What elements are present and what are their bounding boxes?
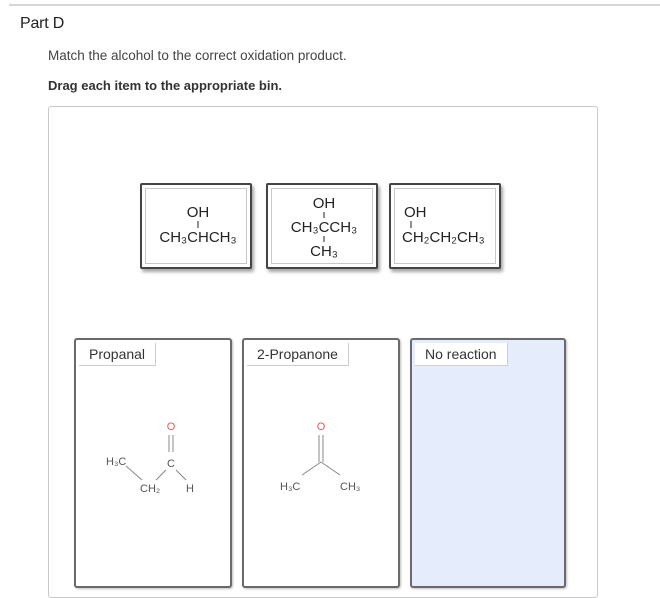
formula-main: CH₃CHCH₃ [159, 229, 236, 246]
oh-label: OH [313, 195, 336, 212]
bin-2-propanone[interactable]: 2-Propanone O H₃C CH₃ [242, 338, 400, 588]
bin-label: No reaction [415, 343, 508, 366]
bond-line [175, 469, 187, 481]
bin-propanal[interactable]: Propanal O C H₃C CH₂ H [74, 338, 232, 588]
bond-line [125, 465, 143, 481]
formula-main: CH₂CH₂CH₃ [402, 229, 485, 246]
oh-label: OH [404, 204, 427, 221]
methyl-group: H₃C [106, 456, 126, 468]
propanone-structure: O H₃C CH₃ [280, 421, 360, 493]
carbon-atom: C [167, 458, 175, 470]
methyl-group-right: CH₃ [340, 481, 360, 493]
structure-tert-butanol: OH CH₃CCH₃ CH₃ [291, 195, 357, 260]
methylene-group: CH₂ [140, 483, 160, 495]
structure-2-propanol: OH CH₃CHCH₃ [159, 204, 236, 246]
draggable-item-1-propanol[interactable]: OH CH₂CH₂CH₃ [389, 183, 501, 269]
top-divider [9, 4, 660, 6]
bond-line [155, 469, 167, 481]
structure-1-propanol: OH CH₂CH₂CH₃ [402, 204, 485, 246]
propanal-structure: O C H₃C CH₂ H [106, 421, 194, 495]
drag-instruction: Drag each item to the appropriate bin. [48, 78, 283, 93]
question-instruction: Match the alcohol to the correct oxidati… [48, 48, 347, 63]
formula-sub: CH₃ [310, 243, 338, 260]
formula-main: CH₃CCH₃ [291, 219, 357, 236]
draggable-item-tert-butanol[interactable]: OH CH₃CCH₃ CH₃ [266, 183, 378, 269]
part-title: Part D [20, 15, 65, 32]
bond-line [320, 461, 341, 476]
oxygen-atom: O [167, 421, 176, 433]
draggable-item-2-propanol[interactable]: OH CH₃CHCH₃ [140, 183, 252, 269]
hydrogen-atom: H [186, 483, 194, 495]
bin-no-reaction[interactable]: No reaction [410, 338, 566, 588]
oh-label: OH [187, 204, 210, 221]
oxygen-atom: O [317, 421, 326, 433]
methyl-group-left: H₃C [280, 481, 300, 493]
bond-line [301, 461, 322, 476]
